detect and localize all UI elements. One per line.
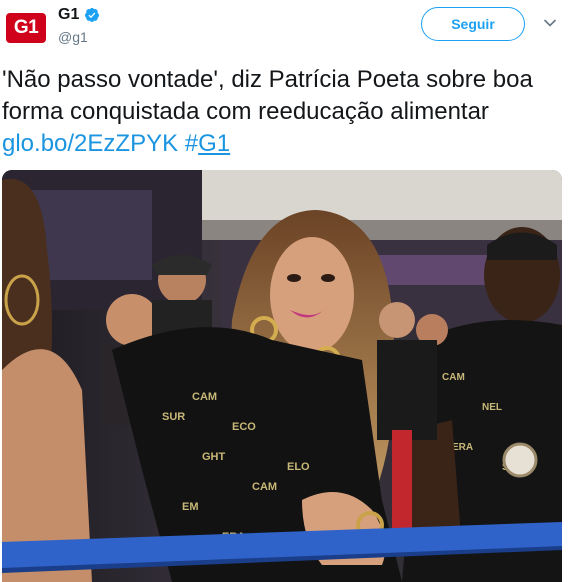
svg-text:ECO: ECO xyxy=(232,421,256,433)
follow-button[interactable]: Seguir xyxy=(421,7,525,41)
tweet-header: G1 G1 @g1 Seguir xyxy=(0,0,584,58)
hashtag-text: G1 xyxy=(198,130,231,157)
avatar[interactable]: G1 xyxy=(6,8,46,48)
photo-illustration: CAMECO GHTCAM EMERA SURELO CAMNEL ERASUR xyxy=(2,170,562,582)
tweet-text: 'Não passo vontade', diz Patrícia Poeta … xyxy=(2,64,567,160)
account-names: G1 @g1 xyxy=(58,6,100,45)
tweet-photo[interactable]: CAMECO GHTCAM EMERA SURELO CAMNEL ERASUR xyxy=(2,170,562,582)
chevron-down-icon[interactable] xyxy=(544,17,556,29)
svg-text:CAM: CAM xyxy=(252,481,277,493)
tweet-link[interactable]: glo.bo/2EzZPYK xyxy=(2,130,178,157)
tweet-body: 'Não passo vontade', diz Patrícia Poeta … xyxy=(2,66,533,125)
svg-text:ELO: ELO xyxy=(287,461,310,473)
svg-text:NEL: NEL xyxy=(482,402,502,413)
svg-text:SUR: SUR xyxy=(162,411,185,423)
stands-upper xyxy=(202,170,562,220)
display-name-row[interactable]: G1 xyxy=(58,6,100,24)
account-handle[interactable]: @g1 xyxy=(58,29,100,45)
g1-logo: G1 xyxy=(6,13,46,43)
svg-text:GHT: GHT xyxy=(202,451,226,463)
verified-badge-icon xyxy=(85,7,100,23)
svg-text:ERA: ERA xyxy=(452,442,473,453)
svg-text:CAM: CAM xyxy=(192,391,217,403)
svg-text:EM: EM xyxy=(182,501,199,513)
hashtag-symbol: # xyxy=(184,130,199,157)
svg-text:CAM: CAM xyxy=(442,372,465,383)
display-name[interactable]: G1 xyxy=(58,6,79,24)
hashtag-link[interactable]: #G1 xyxy=(185,130,230,157)
